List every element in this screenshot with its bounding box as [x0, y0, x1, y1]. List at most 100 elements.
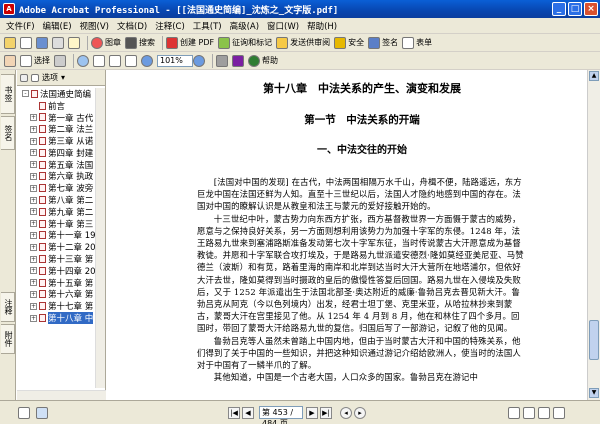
facing-icon[interactable]: [538, 406, 550, 419]
expand-toggle-icon[interactable]: +: [30, 184, 37, 192]
expand-toggle-icon[interactable]: +: [30, 231, 37, 239]
last-page-button[interactable]: ▶|: [320, 406, 332, 419]
zoom-out-button[interactable]: [141, 54, 153, 67]
bookmark-item[interactable]: 前言: [17, 100, 103, 112]
zoom-field[interactable]: 101%: [157, 54, 193, 67]
fit-width-button[interactable]: [125, 54, 137, 67]
zoom-in-button[interactable]: [193, 54, 205, 67]
expand-toggle-icon[interactable]: +: [30, 255, 37, 263]
find-button[interactable]: 搜索: [125, 36, 155, 49]
bookmark-item[interactable]: + 第十五章 第: [17, 277, 103, 289]
bookmark-item[interactable]: + 第六章 执政: [17, 171, 103, 182]
bookmark-item[interactable]: - 法国通史简编: [17, 88, 103, 100]
help-button[interactable]: 帮助: [248, 54, 278, 67]
scroll-thumb[interactable]: [589, 320, 599, 360]
expand-toggle-icon[interactable]: +: [30, 302, 37, 310]
expand-toggle-icon[interactable]: +: [30, 172, 37, 180]
page-layout-icon[interactable]: [18, 406, 30, 419]
bookmark-item[interactable]: + 第十一章 19: [17, 230, 103, 241]
close-panel-icon[interactable]: [20, 73, 28, 82]
create-button[interactable]: [20, 36, 32, 49]
expand-toggle-icon[interactable]: +: [30, 279, 37, 287]
menu-view[interactable]: 视图(V): [76, 20, 113, 32]
continuous-icon[interactable]: [523, 406, 535, 419]
expand-toggle-icon[interactable]: +: [30, 113, 37, 121]
close-button[interactable]: ×: [584, 2, 598, 16]
bookmark-item[interactable]: + 第四章 封建: [17, 147, 103, 159]
bookmark-item[interactable]: + 第十七章 第: [17, 300, 103, 312]
menu-window[interactable]: 窗口(W): [263, 20, 303, 32]
expand-toggle-icon[interactable]: +: [30, 220, 37, 228]
menu-advanced[interactable]: 高级(A): [226, 20, 263, 32]
review-button[interactable]: 征询和标记: [218, 36, 272, 49]
tab-signatures[interactable]: 签名: [1, 116, 15, 150]
tab-comments[interactable]: 注释: [1, 292, 15, 322]
menu-document[interactable]: 文档(D): [113, 20, 151, 32]
expand-toggle-icon[interactable]: +: [30, 149, 37, 157]
go-back-button[interactable]: ◂: [340, 406, 352, 419]
expand-toggle-icon[interactable]: +: [30, 161, 37, 169]
bookmark-item[interactable]: + 第二章 法兰: [17, 123, 103, 135]
scroll-up-icon[interactable]: ▲: [589, 71, 599, 81]
expand-toggle-icon[interactable]: +: [30, 137, 37, 145]
actual-size-button[interactable]: [93, 54, 105, 67]
menu-file[interactable]: 文件(F): [2, 20, 39, 32]
print-button[interactable]: [52, 36, 64, 49]
bookmark-item[interactable]: + 第十四章 20: [17, 265, 103, 277]
email-button[interactable]: [68, 36, 80, 49]
screen-icon[interactable]: [36, 406, 48, 419]
maximize-button[interactable]: □: [568, 2, 582, 16]
sign-button[interactable]: 签名: [368, 36, 398, 49]
minimize-button[interactable]: _: [552, 2, 566, 16]
previous-page-button[interactable]: ◀: [242, 406, 254, 419]
menu-comments[interactable]: 注释(C): [151, 20, 189, 32]
bookmark-item[interactable]: + 第一章 古代: [17, 112, 103, 124]
forms-button[interactable]: 表单: [402, 36, 432, 49]
bookmark-item[interactable]: + 第九章 第二: [17, 206, 103, 218]
bookmarks-horizontal-scrollbar[interactable]: [17, 390, 106, 400]
next-page-button[interactable]: ▶: [306, 406, 318, 419]
create-pdf-button[interactable]: 创建 PDF: [166, 36, 214, 49]
bookmark-item[interactable]: + 第七章 波旁: [17, 182, 103, 194]
fit-page-button[interactable]: [109, 54, 121, 67]
bookmark-item[interactable]: + 第十三章 第: [17, 253, 103, 265]
menu-tools[interactable]: 工具(T): [189, 20, 226, 32]
menu-help[interactable]: 帮助(H): [303, 20, 341, 32]
expand-toggle-icon[interactable]: +: [30, 267, 37, 275]
page-number-field[interactable]: 第 453 / 484 页: [259, 406, 303, 424]
rotate-button[interactable]: [216, 54, 228, 67]
options-menu[interactable]: 选项: [42, 72, 58, 83]
expand-toggle-icon[interactable]: +: [30, 243, 37, 251]
bookmark-item[interactable]: + 第十章 第三: [17, 218, 103, 230]
tab-attachments[interactable]: 附件: [1, 324, 15, 354]
document-view[interactable]: 第十八章 中法关系的产生、演变和发展 第一节 中法关系的开端 一、中法交往的开始…: [107, 70, 587, 400]
bookmark-item[interactable]: + 第十六章 第: [17, 289, 103, 300]
bookmark-item[interactable]: + 第八章 第二: [17, 194, 103, 206]
expand-toggle-icon[interactable]: +: [30, 208, 37, 216]
first-page-button[interactable]: |◀: [228, 406, 240, 419]
send-review-button[interactable]: 发送供审阅: [276, 36, 330, 49]
expand-toggle-icon[interactable]: +: [30, 314, 37, 322]
menu-edit[interactable]: 编辑(E): [39, 20, 76, 32]
new-bookmark-icon[interactable]: [31, 73, 39, 82]
yahoo-button[interactable]: [232, 54, 244, 67]
secure-button[interactable]: 安全: [334, 36, 364, 49]
hand-tool-button[interactable]: [4, 54, 16, 67]
bookmark-item[interactable]: + 第三章 从诺: [17, 135, 103, 147]
go-forward-button[interactable]: ▸: [354, 406, 366, 419]
bookmarks-scrollbar[interactable]: [95, 88, 105, 388]
tab-bookmarks[interactable]: 书签: [1, 74, 15, 114]
snapshot-button[interactable]: [54, 54, 66, 67]
zoom-tool-button[interactable]: [77, 54, 89, 67]
expand-toggle-icon[interactable]: +: [30, 125, 37, 133]
save-button[interactable]: [36, 36, 48, 49]
scroll-down-icon[interactable]: ▼: [589, 388, 599, 398]
bookmark-item[interactable]: + 第十八章 中: [17, 312, 103, 325]
bookmark-item[interactable]: + 第五章 法国: [17, 159, 103, 171]
chevron-down-icon[interactable]: ▾: [61, 73, 65, 82]
open-button[interactable]: [4, 36, 16, 49]
stamp-button[interactable]: 图章: [91, 36, 121, 49]
acrobat-app-icon[interactable]: A: [3, 3, 15, 15]
expand-toggle-icon[interactable]: +: [30, 290, 37, 298]
expand-toggle-icon[interactable]: +: [30, 196, 37, 204]
